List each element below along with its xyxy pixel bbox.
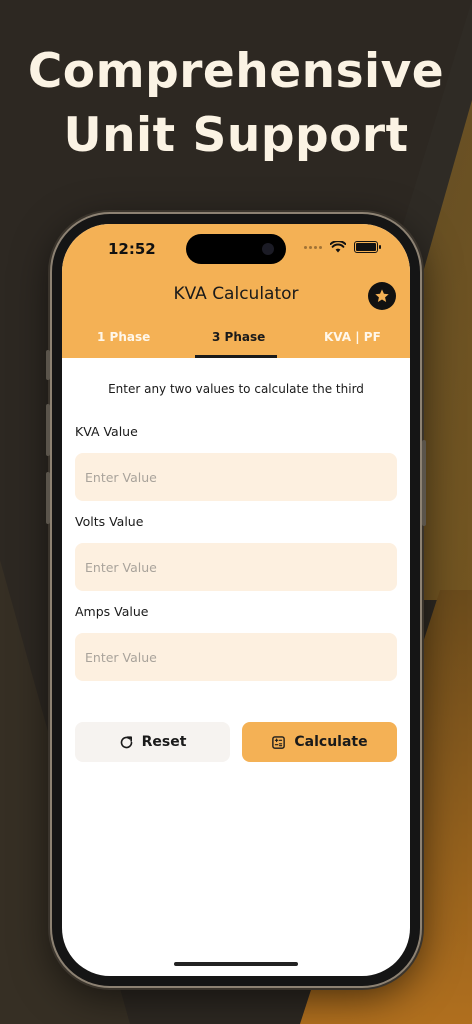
phone-side-button xyxy=(46,404,50,456)
phase-tabs: 1 Phase 3 Phase KVA | PF xyxy=(62,324,410,358)
phone-screen: 12:52 KVA Calculator 1 Phase 3 Phase KVA… xyxy=(62,224,410,976)
reset-button-label: Reset xyxy=(141,734,187,750)
app-header: 12:52 KVA Calculator 1 Phase 3 Phase KVA… xyxy=(62,224,410,358)
status-time: 12:52 xyxy=(108,240,156,258)
cellular-dots-icon xyxy=(304,245,322,249)
star-icon xyxy=(375,289,389,302)
favorite-button[interactable] xyxy=(368,282,396,310)
home-indicator xyxy=(174,962,298,966)
app-title: KVA Calculator xyxy=(173,284,299,304)
calculate-button[interactable]: Calculate xyxy=(242,722,397,762)
battery-icon xyxy=(354,241,381,253)
phone-side-button xyxy=(46,350,50,380)
calculate-button-label: Calculate xyxy=(294,734,368,750)
phone-side-button xyxy=(422,440,426,526)
volts-input[interactable] xyxy=(75,543,397,591)
wifi-icon xyxy=(330,241,346,253)
instruction-text: Enter any two values to calculate the th… xyxy=(108,382,364,396)
volts-label: Volts Value xyxy=(75,514,144,529)
amps-label: Amps Value xyxy=(75,604,149,619)
reset-button[interactable]: Reset xyxy=(75,722,230,762)
phone-frame: 12:52 KVA Calculator 1 Phase 3 Phase KVA… xyxy=(46,214,426,986)
refresh-icon xyxy=(120,735,132,748)
headline: Comprehensive Unit Support xyxy=(0,40,472,168)
status-icons xyxy=(304,241,381,253)
calculator-form: Enter any two values to calculate the th… xyxy=(62,358,410,976)
amps-input[interactable] xyxy=(75,633,397,681)
headline-line-2: Unit Support xyxy=(63,108,409,163)
kva-input[interactable] xyxy=(75,453,397,501)
tab-1-phase[interactable]: 1 Phase xyxy=(97,330,150,344)
dynamic-island xyxy=(186,234,286,264)
headline-line-1: Comprehensive xyxy=(27,44,445,99)
calculator-icon xyxy=(272,735,286,749)
tab-3-phase[interactable]: 3 Phase xyxy=(212,330,265,344)
phone-side-button xyxy=(46,472,50,524)
tab-kva-pf[interactable]: KVA | PF xyxy=(324,330,381,344)
kva-label: KVA Value xyxy=(75,424,138,439)
